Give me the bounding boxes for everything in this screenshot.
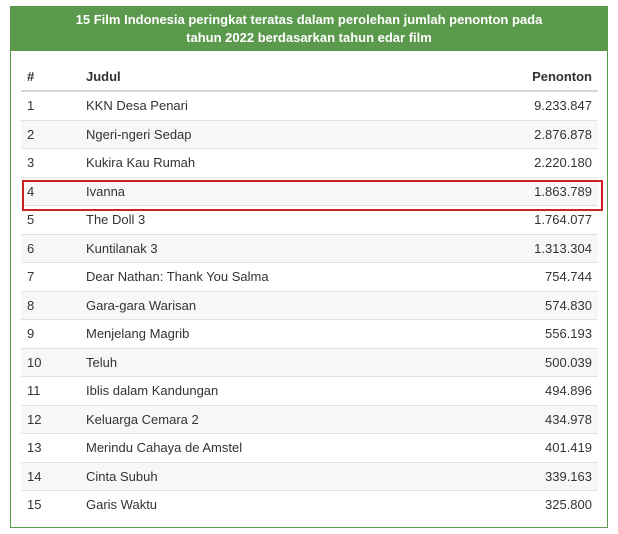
rank-cell: 1 — [21, 90, 78, 120]
table-row: 7 Dear Nathan: Thank You Salma 754.744 — [21, 262, 598, 291]
table-row: 4 Ivanna 1.863.789 — [21, 176, 598, 206]
film-ranking-table: # Judul Penonton 1 KKN Desa Penari 9.233.8… — [21, 63, 598, 519]
table-row: 14 Cinta Subuh 339.163 — [21, 461, 598, 491]
film-ranking-card: 15 Film Indonesia peringkat teratas dala… — [10, 6, 608, 528]
rank-cell: 8 — [21, 290, 78, 320]
viewers-cell: 325.800 — [464, 490, 598, 519]
title-cell: Kukira Kau Rumah — [78, 148, 465, 177]
title-cell: Teluh — [78, 347, 465, 377]
rank-cell: 6 — [21, 233, 78, 263]
table-row: 2 Ngeri-ngeri Sedap 2.876.878 — [21, 119, 598, 149]
viewers-cell: 494.896 — [464, 376, 598, 405]
rank-cell: 15 — [21, 490, 78, 519]
rank-cell: 3 — [21, 148, 78, 177]
rank-cell: 13 — [21, 433, 78, 462]
column-header-viewers: Penonton — [464, 63, 598, 92]
title-cell: Dear Nathan: Thank You Salma — [78, 262, 465, 291]
viewers-cell: 401.419 — [464, 433, 598, 462]
viewers-cell: 9.233.847 — [464, 90, 598, 120]
viewers-cell: 500.039 — [464, 347, 598, 377]
table-row: 9 Menjelang Magrib 556.193 — [21, 319, 598, 348]
column-header-title: Judul — [78, 63, 465, 92]
viewers-cell: 2.220.180 — [464, 148, 598, 177]
title-cell: Merindu Cahaya de Amstel — [78, 433, 465, 462]
rank-cell: 2 — [21, 119, 78, 149]
table-title-line-1: 15 Film Indonesia peringkat teratas dala… — [75, 12, 543, 27]
column-header-rank: # — [21, 63, 78, 92]
viewers-cell: 1.764.077 — [464, 205, 598, 234]
viewers-cell: 1.313.304 — [464, 233, 598, 263]
table-row: 12 Keluarga Cemara 2 434.978 — [21, 404, 598, 434]
table-title-line-2: tahun 2022 berdasarkan tahun edar film — [186, 30, 432, 45]
rank-cell: 10 — [21, 347, 78, 377]
table-header-row: # Judul Penonton — [21, 63, 598, 92]
title-cell: Kuntilanak 3 — [78, 233, 465, 263]
title-cell: Menjelang Magrib — [78, 319, 465, 348]
title-cell: Ivanna — [78, 176, 465, 206]
viewers-cell: 434.978 — [464, 404, 598, 434]
rank-cell: 4 — [21, 176, 78, 206]
rank-cell: 11 — [21, 376, 78, 405]
title-cell: KKN Desa Penari — [78, 90, 465, 120]
table-row: 13 Merindu Cahaya de Amstel 401.419 — [21, 433, 598, 462]
title-cell: Ngeri-ngeri Sedap — [78, 119, 465, 149]
table-row: 3 Kukira Kau Rumah 2.220.180 — [21, 148, 598, 177]
viewers-cell: 754.744 — [464, 262, 598, 291]
title-cell: Gara-gara Warisan — [78, 290, 465, 320]
rank-cell: 9 — [21, 319, 78, 348]
rank-cell: 5 — [21, 205, 78, 234]
rank-cell: 14 — [21, 461, 78, 491]
table-row: 5 The Doll 3 1.764.077 — [21, 205, 598, 234]
table-row: 11 Iblis dalam Kandungan 494.896 — [21, 376, 598, 405]
title-cell: Iblis dalam Kandungan — [78, 376, 465, 405]
title-cell: Garis Waktu — [78, 490, 465, 519]
title-cell: Cinta Subuh — [78, 461, 465, 491]
viewers-cell: 556.193 — [464, 319, 598, 348]
rank-cell: 7 — [21, 262, 78, 291]
rank-cell: 12 — [21, 404, 78, 434]
table-row: 6 Kuntilanak 3 1.313.304 — [21, 233, 598, 263]
viewers-cell: 1.863.789 — [464, 176, 598, 206]
table-row: 1 KKN Desa Penari 9.233.847 — [21, 90, 598, 120]
viewers-cell: 574.830 — [464, 290, 598, 320]
viewers-cell: 2.876.878 — [464, 119, 598, 149]
table-row: 10 Teluh 500.039 — [21, 347, 598, 377]
table-title: 15 Film Indonesia peringkat teratas dala… — [11, 7, 607, 51]
viewers-cell: 339.163 — [464, 461, 598, 491]
title-cell: The Doll 3 — [78, 205, 465, 234]
table-row: 15 Garis Waktu 325.800 — [21, 490, 598, 519]
table-row: 8 Gara-gara Warisan 574.830 — [21, 290, 598, 320]
title-cell: Keluarga Cemara 2 — [78, 404, 465, 434]
